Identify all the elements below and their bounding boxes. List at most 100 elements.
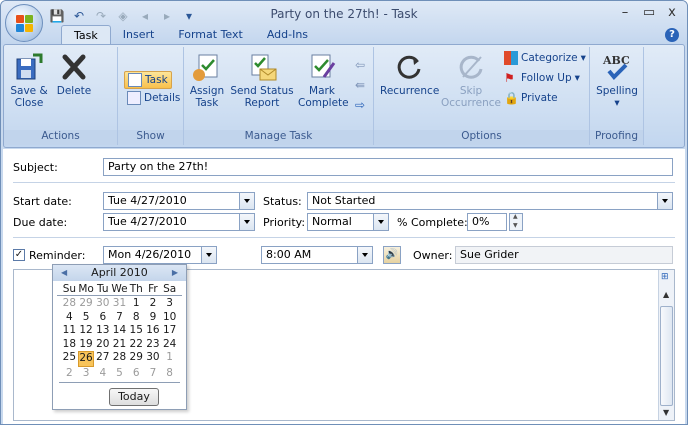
- calendar-day[interactable]: 30: [94, 297, 111, 311]
- calendar-day[interactable]: 15: [128, 324, 145, 338]
- skip-occurrence-icon: [459, 55, 483, 79]
- tab-insert[interactable]: Insert: [111, 25, 167, 45]
- calendar-day[interactable]: 7: [145, 367, 162, 381]
- calendar-day[interactable]: 8: [128, 311, 145, 325]
- reminder-time-field[interactable]: 8:00 AM: [261, 246, 373, 264]
- subject-field[interactable]: Party on the 27th!: [103, 158, 673, 176]
- calendar-day[interactable]: 29: [78, 297, 95, 311]
- tab-add-ins[interactable]: Add-Ins: [255, 25, 320, 45]
- next-month-icon[interactable]: ▶: [172, 265, 178, 281]
- start-date-field[interactable]: Tue 4/27/2010: [103, 192, 255, 210]
- calendar-day[interactable]: 16: [145, 324, 162, 338]
- calendar-day[interactable]: 9: [145, 311, 162, 325]
- prev-month-icon[interactable]: ◀: [61, 265, 67, 281]
- calendar-day[interactable]: 3: [78, 367, 95, 381]
- categorize-button[interactable]: Categorize ▾: [504, 51, 586, 65]
- recurrence-button[interactable]: Recurrence: [380, 51, 439, 97]
- calendar-day[interactable]: 20: [94, 338, 111, 352]
- calendar-day[interactable]: 31: [111, 297, 128, 311]
- assign-task-icon: [193, 54, 218, 81]
- calendar-day[interactable]: 19: [78, 338, 95, 352]
- start-date-dropdown-icon[interactable]: [239, 193, 254, 209]
- assign-task-button[interactable]: Assign Task: [188, 51, 226, 109]
- ribbon-tabs: Task Insert Format Text Add-Ins: [61, 25, 320, 45]
- calendar-day[interactable]: 17: [161, 324, 178, 338]
- calendar-day[interactable]: 30: [145, 351, 162, 367]
- today-button[interactable]: Today: [109, 388, 159, 406]
- calendar-day[interactable]: 7: [111, 311, 128, 325]
- reminder-checkbox[interactable]: ✓: [13, 249, 25, 261]
- reminder-sound-icon[interactable]: 🔊: [383, 246, 401, 264]
- minimize-button[interactable]: –: [614, 5, 636, 23]
- priority-dropdown-icon[interactable]: [373, 214, 388, 230]
- calendar-day[interactable]: 4: [94, 367, 111, 381]
- skip-occurrence-button[interactable]: Skip Occurrence: [440, 51, 502, 109]
- close-button[interactable]: x: [661, 5, 683, 23]
- percent-complete-spinner[interactable]: [509, 213, 523, 231]
- calendar-day[interactable]: 3: [161, 297, 178, 311]
- reminder-date-dropdown-icon[interactable]: [201, 247, 216, 263]
- scroll-down-icon[interactable]: ▼: [663, 408, 669, 417]
- delete-button[interactable]: Delete: [54, 51, 94, 97]
- insert-icon[interactable]: ⊞: [661, 272, 673, 284]
- calendar-day[interactable]: 4: [61, 311, 78, 325]
- scroll-thumb[interactable]: [660, 306, 673, 406]
- calendar-day[interactable]: 1: [161, 351, 178, 367]
- percent-complete-field[interactable]: 0%: [467, 213, 507, 231]
- calendar-day[interactable]: 18: [61, 338, 78, 352]
- notes-scrollbar[interactable]: ⊞ ▲ ▼: [658, 270, 674, 420]
- calendar-day[interactable]: 1: [128, 297, 145, 311]
- spelling-icon: ABC: [602, 54, 630, 80]
- due-date-dropdown-icon[interactable]: [239, 214, 254, 230]
- spelling-dropdown-icon: ▾: [614, 97, 620, 109]
- reminder-date-field[interactable]: Mon 4/26/2010: [103, 246, 217, 264]
- calendar-day[interactable]: 5: [78, 311, 95, 325]
- priority-select[interactable]: Normal: [307, 213, 389, 231]
- calendar-day[interactable]: 14: [111, 324, 128, 338]
- status-dropdown-icon[interactable]: [657, 193, 672, 209]
- calendar-day[interactable]: 11: [61, 324, 78, 338]
- follow-up-button[interactable]: ⚑ Follow Up ▾: [504, 71, 580, 85]
- calendar-day[interactable]: 23: [145, 338, 162, 352]
- send-status-report-button[interactable]: Send Status Report: [228, 51, 296, 109]
- calendar-day[interactable]: 28: [111, 351, 128, 367]
- maximize-button[interactable]: ▭: [638, 5, 660, 23]
- group-label-show: Show: [118, 130, 183, 145]
- forward-icon[interactable]: ⇨: [352, 95, 368, 115]
- show-details-button[interactable]: Details: [127, 91, 180, 105]
- help-icon[interactable]: ?: [665, 28, 679, 42]
- save-close-button[interactable]: Save & Close: [8, 51, 50, 109]
- spelling-label: Spelling: [596, 85, 638, 97]
- show-task-button[interactable]: Task: [124, 71, 172, 89]
- calendar-day[interactable]: 2: [145, 297, 162, 311]
- day-of-week: Su: [62, 283, 77, 295]
- calendar-day[interactable]: 6: [94, 311, 111, 325]
- calendar-day[interactable]: 27: [94, 351, 111, 367]
- calendar-day[interactable]: 2: [61, 367, 78, 381]
- tab-task[interactable]: Task: [61, 25, 111, 45]
- calendar-day[interactable]: 10: [161, 311, 178, 325]
- calendar-day[interactable]: 25: [61, 351, 78, 367]
- reminder-time-dropdown-icon[interactable]: [357, 247, 372, 263]
- scroll-up-icon[interactable]: ▲: [663, 290, 669, 299]
- calendar-day[interactable]: 24: [161, 338, 178, 352]
- tab-format-text[interactable]: Format Text: [166, 25, 255, 45]
- calendar-day[interactable]: 8: [161, 367, 178, 381]
- calendar-day[interactable]: 21: [111, 338, 128, 352]
- private-button[interactable]: 🔒 Private: [504, 91, 558, 105]
- mark-complete-button[interactable]: Mark Complete: [298, 51, 349, 109]
- calendar-day[interactable]: 28: [61, 297, 78, 311]
- reply-all-icon[interactable]: ⇚: [352, 75, 368, 95]
- calendar-day[interactable]: 26: [77, 351, 95, 367]
- calendar-day[interactable]: 12: [78, 324, 95, 338]
- calendar-day[interactable]: 22: [128, 338, 145, 352]
- spelling-button[interactable]: ABC Spelling ▾: [594, 51, 640, 109]
- calendar-day[interactable]: 5: [111, 367, 128, 381]
- calendar-header: ◀ April 2010 ▶: [53, 265, 186, 281]
- status-select[interactable]: Not Started: [307, 192, 673, 210]
- calendar-day[interactable]: 6: [128, 367, 145, 381]
- due-date-field[interactable]: Tue 4/27/2010: [103, 213, 255, 231]
- calendar-day[interactable]: 29: [128, 351, 145, 367]
- calendar-day[interactable]: 13: [94, 324, 111, 338]
- reply-icon[interactable]: ⇦: [352, 55, 368, 75]
